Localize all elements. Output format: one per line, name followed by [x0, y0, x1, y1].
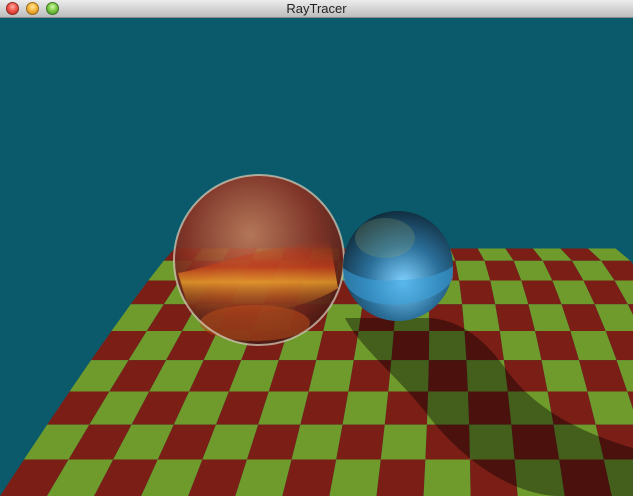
floor-tile — [423, 459, 471, 496]
glass-sphere — [173, 174, 345, 346]
floor-tile — [336, 424, 385, 460]
floor-tile — [459, 280, 496, 305]
floor-tile — [316, 330, 359, 361]
raytracer-window: RayTracer — [0, 0, 633, 496]
floor-tile — [282, 459, 337, 496]
floor-tile — [291, 424, 343, 460]
floor-tile — [499, 330, 542, 361]
floor-tile — [380, 424, 427, 460]
title-bar[interactable]: RayTracer — [0, 0, 633, 18]
floor-tile — [329, 459, 381, 496]
floor-tile — [495, 304, 536, 331]
floor-tile — [376, 459, 426, 496]
rendered-scene — [0, 18, 633, 496]
reflective-sphere — [343, 211, 453, 321]
floor-tile — [342, 391, 389, 425]
floor-tile — [462, 304, 500, 331]
floor-tile — [455, 260, 491, 281]
floor-tile — [300, 391, 349, 425]
render-canvas — [0, 18, 633, 496]
window-title: RayTracer — [286, 1, 347, 16]
floor-tile — [308, 360, 354, 392]
